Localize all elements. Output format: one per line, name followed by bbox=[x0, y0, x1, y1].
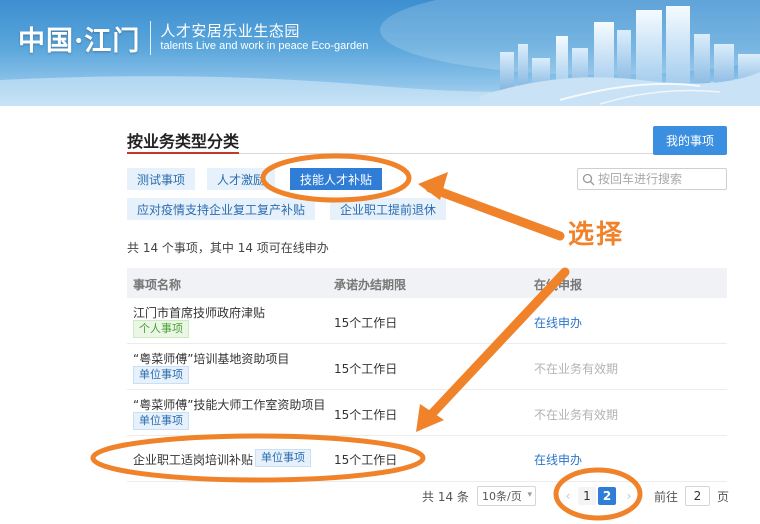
apply-status-text: 不在业务有效期 bbox=[534, 362, 619, 376]
column-header-online-apply: 在线申报 bbox=[534, 278, 583, 292]
item-type-badge: 单位事项 bbox=[133, 412, 189, 430]
section-title: 按业务类型分类 bbox=[127, 132, 240, 151]
page-2-button[interactable]: 2 bbox=[598, 487, 616, 505]
item-name[interactable]: 企业职工适岗培训补贴 bbox=[133, 451, 253, 468]
item-type-badge: 个人事项 bbox=[133, 320, 189, 338]
tag-talent-incentive[interactable]: 人才激励 bbox=[207, 168, 276, 190]
search-icon bbox=[582, 173, 595, 185]
my-items-button[interactable]: 我的事项 bbox=[653, 126, 727, 155]
table-row: 江门市首席技师政府津贴 个人事项 15个工作日 在线申办 bbox=[127, 298, 727, 344]
table-row: “粤菜师傅”技能大师工作室资助项目 单位事项 15个工作日 不在业务有效期 bbox=[127, 390, 727, 436]
online-apply-link[interactable]: 在线申办 bbox=[534, 314, 582, 331]
items-summary: 共 14 个事项，其中 14 项可在线申办 bbox=[127, 241, 329, 255]
page-size-select[interactable]: 10条/页 ▾ bbox=[477, 486, 536, 506]
tag-test-items[interactable]: 测试事项 bbox=[127, 168, 196, 190]
item-deadline: 15个工作日 bbox=[334, 362, 398, 376]
annotation-arrowhead-up bbox=[418, 172, 448, 200]
search-box[interactable] bbox=[577, 168, 727, 190]
apply-status-text: 不在业务有效期 bbox=[534, 408, 619, 422]
chevron-down-icon: ▾ bbox=[527, 490, 532, 500]
brand-divider bbox=[150, 21, 152, 55]
goto-label: 前往 bbox=[654, 490, 679, 504]
item-deadline: 15个工作日 bbox=[334, 316, 398, 330]
next-page-button[interactable]: › bbox=[620, 487, 638, 505]
annotation-label: 选择 bbox=[568, 220, 625, 250]
page-1-button[interactable]: 1 bbox=[578, 487, 596, 505]
brand-text: 人才安居乐业生态园 talents Live and work in peace… bbox=[160, 22, 369, 53]
column-header-name: 事项名称 bbox=[133, 278, 182, 292]
tag-epidemic-resumption-subsidy[interactable]: 应对疫情支持企业复工复产补贴 bbox=[127, 198, 316, 220]
table-row: “粤菜师傅”培训基地资助项目 单位事项 15个工作日 不在业务有效期 bbox=[127, 344, 727, 390]
header-banner: 中国·江门 人才安居乐业生态园 talents Live and work in… bbox=[0, 0, 760, 106]
tag-skill-talent-subsidy[interactable]: 技能人才补贴 bbox=[290, 168, 383, 190]
tag-early-retirement[interactable]: 企业职工提前退休 bbox=[330, 198, 447, 220]
goto-page-input[interactable] bbox=[685, 486, 710, 506]
item-type-badge: 单位事项 bbox=[133, 366, 189, 384]
goto-unit: 页 bbox=[717, 490, 730, 504]
section-title-underline bbox=[127, 152, 239, 154]
online-apply-link[interactable]: 在线申办 bbox=[534, 451, 582, 468]
item-type-badge: 单位事项 bbox=[255, 449, 311, 467]
page-size-value: 10条/页 bbox=[482, 490, 522, 503]
item-name[interactable]: 江门市首席技师政府津贴 bbox=[133, 304, 265, 321]
brand-title-cn: 人才安居乐业生态园 bbox=[160, 22, 300, 41]
annotation-arrow-up bbox=[425, 183, 565, 241]
item-name[interactable]: “粤菜师傅”培训基地资助项目 bbox=[133, 350, 289, 367]
site-brand: 中国·江门 人才安居乐业生态园 talents Live and work in… bbox=[18, 16, 368, 60]
item-name[interactable]: “粤菜师傅”技能大师工作室资助项目 bbox=[133, 396, 325, 413]
prev-page-button[interactable]: ‹ bbox=[559, 487, 577, 505]
table-row: 企业职工适岗培训补贴 单位事项 15个工作日 在线申办 bbox=[127, 436, 727, 482]
table-header: 事项名称 承诺办结期限 在线申报 bbox=[127, 268, 727, 298]
pagination-total: 共 14 条 bbox=[422, 490, 469, 504]
site-logo: 中国·江门 bbox=[18, 25, 141, 57]
column-header-deadline: 承诺办结期限 bbox=[334, 278, 407, 292]
item-deadline: 15个工作日 bbox=[334, 453, 398, 467]
brand-title-en: talents Live and work in peace Eco-garde… bbox=[160, 40, 369, 53]
item-deadline: 15个工作日 bbox=[334, 408, 398, 422]
search-input[interactable] bbox=[598, 172, 726, 186]
